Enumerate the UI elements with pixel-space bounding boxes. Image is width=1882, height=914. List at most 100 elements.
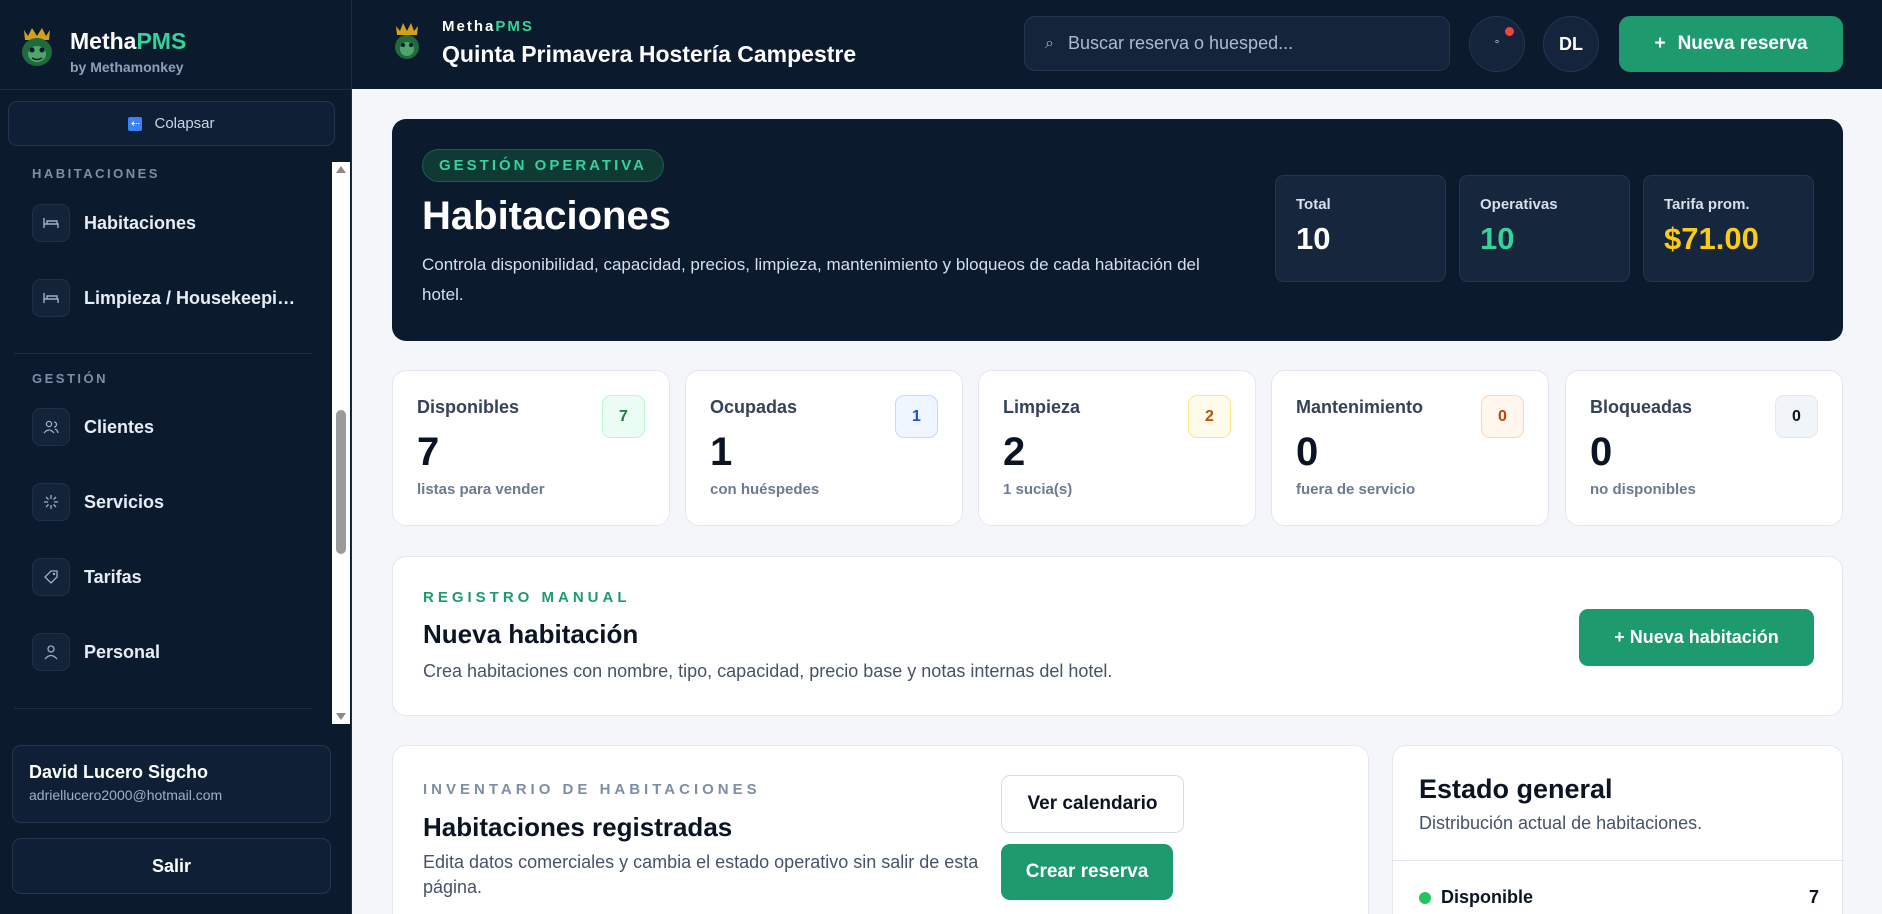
bed-icon [32,279,70,317]
search-icon: ⌕ [1045,34,1054,52]
kpi-subtitle: 1 sucia(s) [1003,481,1073,498]
avatar[interactable]: DL [1543,16,1599,72]
sidebar-item-clientes[interactable]: Clientes [32,406,302,448]
logout-button[interactable]: Salir [12,838,331,894]
hero-stat-label: Total [1296,196,1331,213]
new-reservation-button[interactable]: + Nueva reserva [1619,16,1843,72]
sidebar-item-label: Clientes [84,416,155,437]
top-brand: MethaPMS [442,18,534,35]
notification-button[interactable]: ° [1469,16,1525,72]
bed-icon [32,204,70,242]
brand: MethaPMS by Methamonkey [0,0,352,90]
sidebar-item-personal[interactable]: Personal [32,631,302,673]
sidebar-item-tarifas[interactable]: Tarifas [32,556,302,598]
monkey-logo-icon [22,28,52,66]
view-calendar-button[interactable]: Ver calendario [1001,775,1184,833]
kpi-badge: 0 [1775,395,1818,438]
divider [1393,860,1844,861]
sidebar: MethaPMS by Methamonkey ⇠ Colapsar HABIT… [0,0,352,914]
user-card: David Lucero Sigcho adriellucero2000@hot… [12,745,331,823]
manual-registration-panel: REGISTRO MANUAL Nueva habitación Crea ha… [392,556,1843,716]
sidebar-item-label: Habitaciones [84,212,197,233]
status-label: Disponible [1441,887,1534,907]
kpi-subtitle: fuera de servicio [1296,481,1416,498]
user-email: adriellucero2000@hotmail.com [29,787,223,803]
status-dot [1419,891,1431,904]
sidebar-item-label: Tarifas [84,566,142,587]
sidebar-item-servicios[interactable]: Servicios [32,481,302,523]
section-eyebrow: INVENTARIO DE HABITACIONES [423,781,761,798]
collapse-button[interactable]: ⇠ Colapsar [8,101,335,146]
status-row: Disponible 7 [1419,887,1819,908]
sidebar-scrollbar[interactable] [332,162,350,724]
sidebar-item-label: Personal [84,641,161,662]
new-room-button[interactable]: + Nueva habitación [1579,609,1814,666]
section-title: Estado general [1419,774,1613,804]
monkey-logo-icon [395,23,419,59]
nav-section-gestion: GESTIÓN [32,371,109,386]
kpi-subtitle: listas para vender [417,481,545,498]
hero-panel: GESTIÓN OPERATIVA Habitaciones Controla … [392,119,1843,341]
kpi-badge: 0 [1481,395,1524,438]
kpi-card-mantenimiento: Mantenimiento 0 fuera de servicio 0 [1271,370,1549,526]
hero-stat-label: Operativas [1480,196,1558,213]
user-name: David Lucero Sigcho [29,762,209,782]
scroll-up-icon[interactable] [336,166,346,173]
status-panel: Estado general Distribución actual de ha… [1392,745,1844,914]
hero-stat-label: Tarifa prom. [1664,196,1750,213]
kpi-card-bloqueadas: Bloqueadas 0 no disponibles 0 [1565,370,1843,526]
brand-name: MethaPMS [70,28,187,54]
section-title: Habitaciones registradas [423,812,733,842]
kpi-badge: 1 [895,395,938,438]
kpi-card-limpieza: Limpieza 2 1 sucia(s) 2 [978,370,1256,526]
scroll-down-icon[interactable] [336,713,346,720]
sidebar-item-habitaciones[interactable]: Habitaciones [32,202,302,244]
hero-stat-operativas: Operativas 10 [1459,175,1630,282]
nav-divider [14,353,312,354]
hero-stat-total: Total 10 [1275,175,1446,282]
brand-subtitle: by Methamonkey [70,59,184,75]
section-description: Distribución actual de habitaciones. [1419,813,1703,833]
scroll-thumb[interactable] [336,410,346,554]
collapse-arrow-icon: ⇠ [128,116,143,131]
hero-stat-tarifa: Tarifa prom. $71.00 [1643,175,1814,282]
tag-icon [32,558,70,596]
hero-description: Controla disponibilidad, capacidad, prec… [422,255,1200,304]
hero-badge: GESTIÓN OPERATIVA [422,149,664,182]
sidebar-item-limpieza[interactable]: Limpieza / Housekeeping [32,277,302,319]
nav-divider [14,708,312,709]
section-description: Edita datos comerciales y cambia el esta… [423,852,979,897]
kpi-card-ocupadas: Ocupadas 1 con huéspedes 1 [685,370,963,526]
new-reservation-label: Nueva reserva [1677,33,1808,54]
inventory-panel: INVENTARIO DE HABITACIONES Habitaciones … [392,745,1369,914]
nav-section-habitaciones: HABITACIONES [32,166,160,181]
sidebar-item-label: Servicios [84,491,165,512]
plus-icon: + [1654,33,1666,54]
notification-dot [1505,27,1514,36]
notification-icon: ° [1494,37,1500,51]
status-value: 7 [1808,887,1819,907]
kpi-card-disponibles: Disponibles 7 listas para vender 7 [392,370,670,526]
hero-stat-value: $71.00 [1664,221,1759,256]
hero-stat-value: 10 [1480,221,1515,256]
search-input[interactable] [1067,33,1408,54]
create-reservation-button[interactable]: Crear reserva [1001,844,1173,900]
kpi-badge: 2 [1188,395,1231,438]
sidebar-nav: HABITACIONES Habitaciones Limpieza / Hou… [0,162,352,724]
kpi-badge: 7 [602,395,645,438]
topbar: MethaPMS Quinta Primavera Hostería Campe… [352,0,1882,89]
section-eyebrow: REGISTRO MANUAL [423,589,631,606]
hero-stat-value: 10 [1296,221,1331,256]
search-box[interactable]: ⌕ [1024,16,1450,71]
hotel-name: Quinta Primavera Hostería Campestre [442,41,857,67]
section-description: Crea habitaciones con nombre, tipo, capa… [423,661,1113,681]
kpi-subtitle: no disponibles [1590,481,1696,498]
section-title: Nueva habitación [423,619,639,649]
sidebar-item-label: Limpieza / Housekeeping [84,287,296,308]
sparkle-icon [32,483,70,521]
collapse-label: Colapsar [154,115,215,132]
page-title: Habitaciones [422,194,671,238]
kpi-subtitle: con huéspedes [710,481,820,498]
users-icon [32,408,70,446]
user-icon [32,633,70,671]
